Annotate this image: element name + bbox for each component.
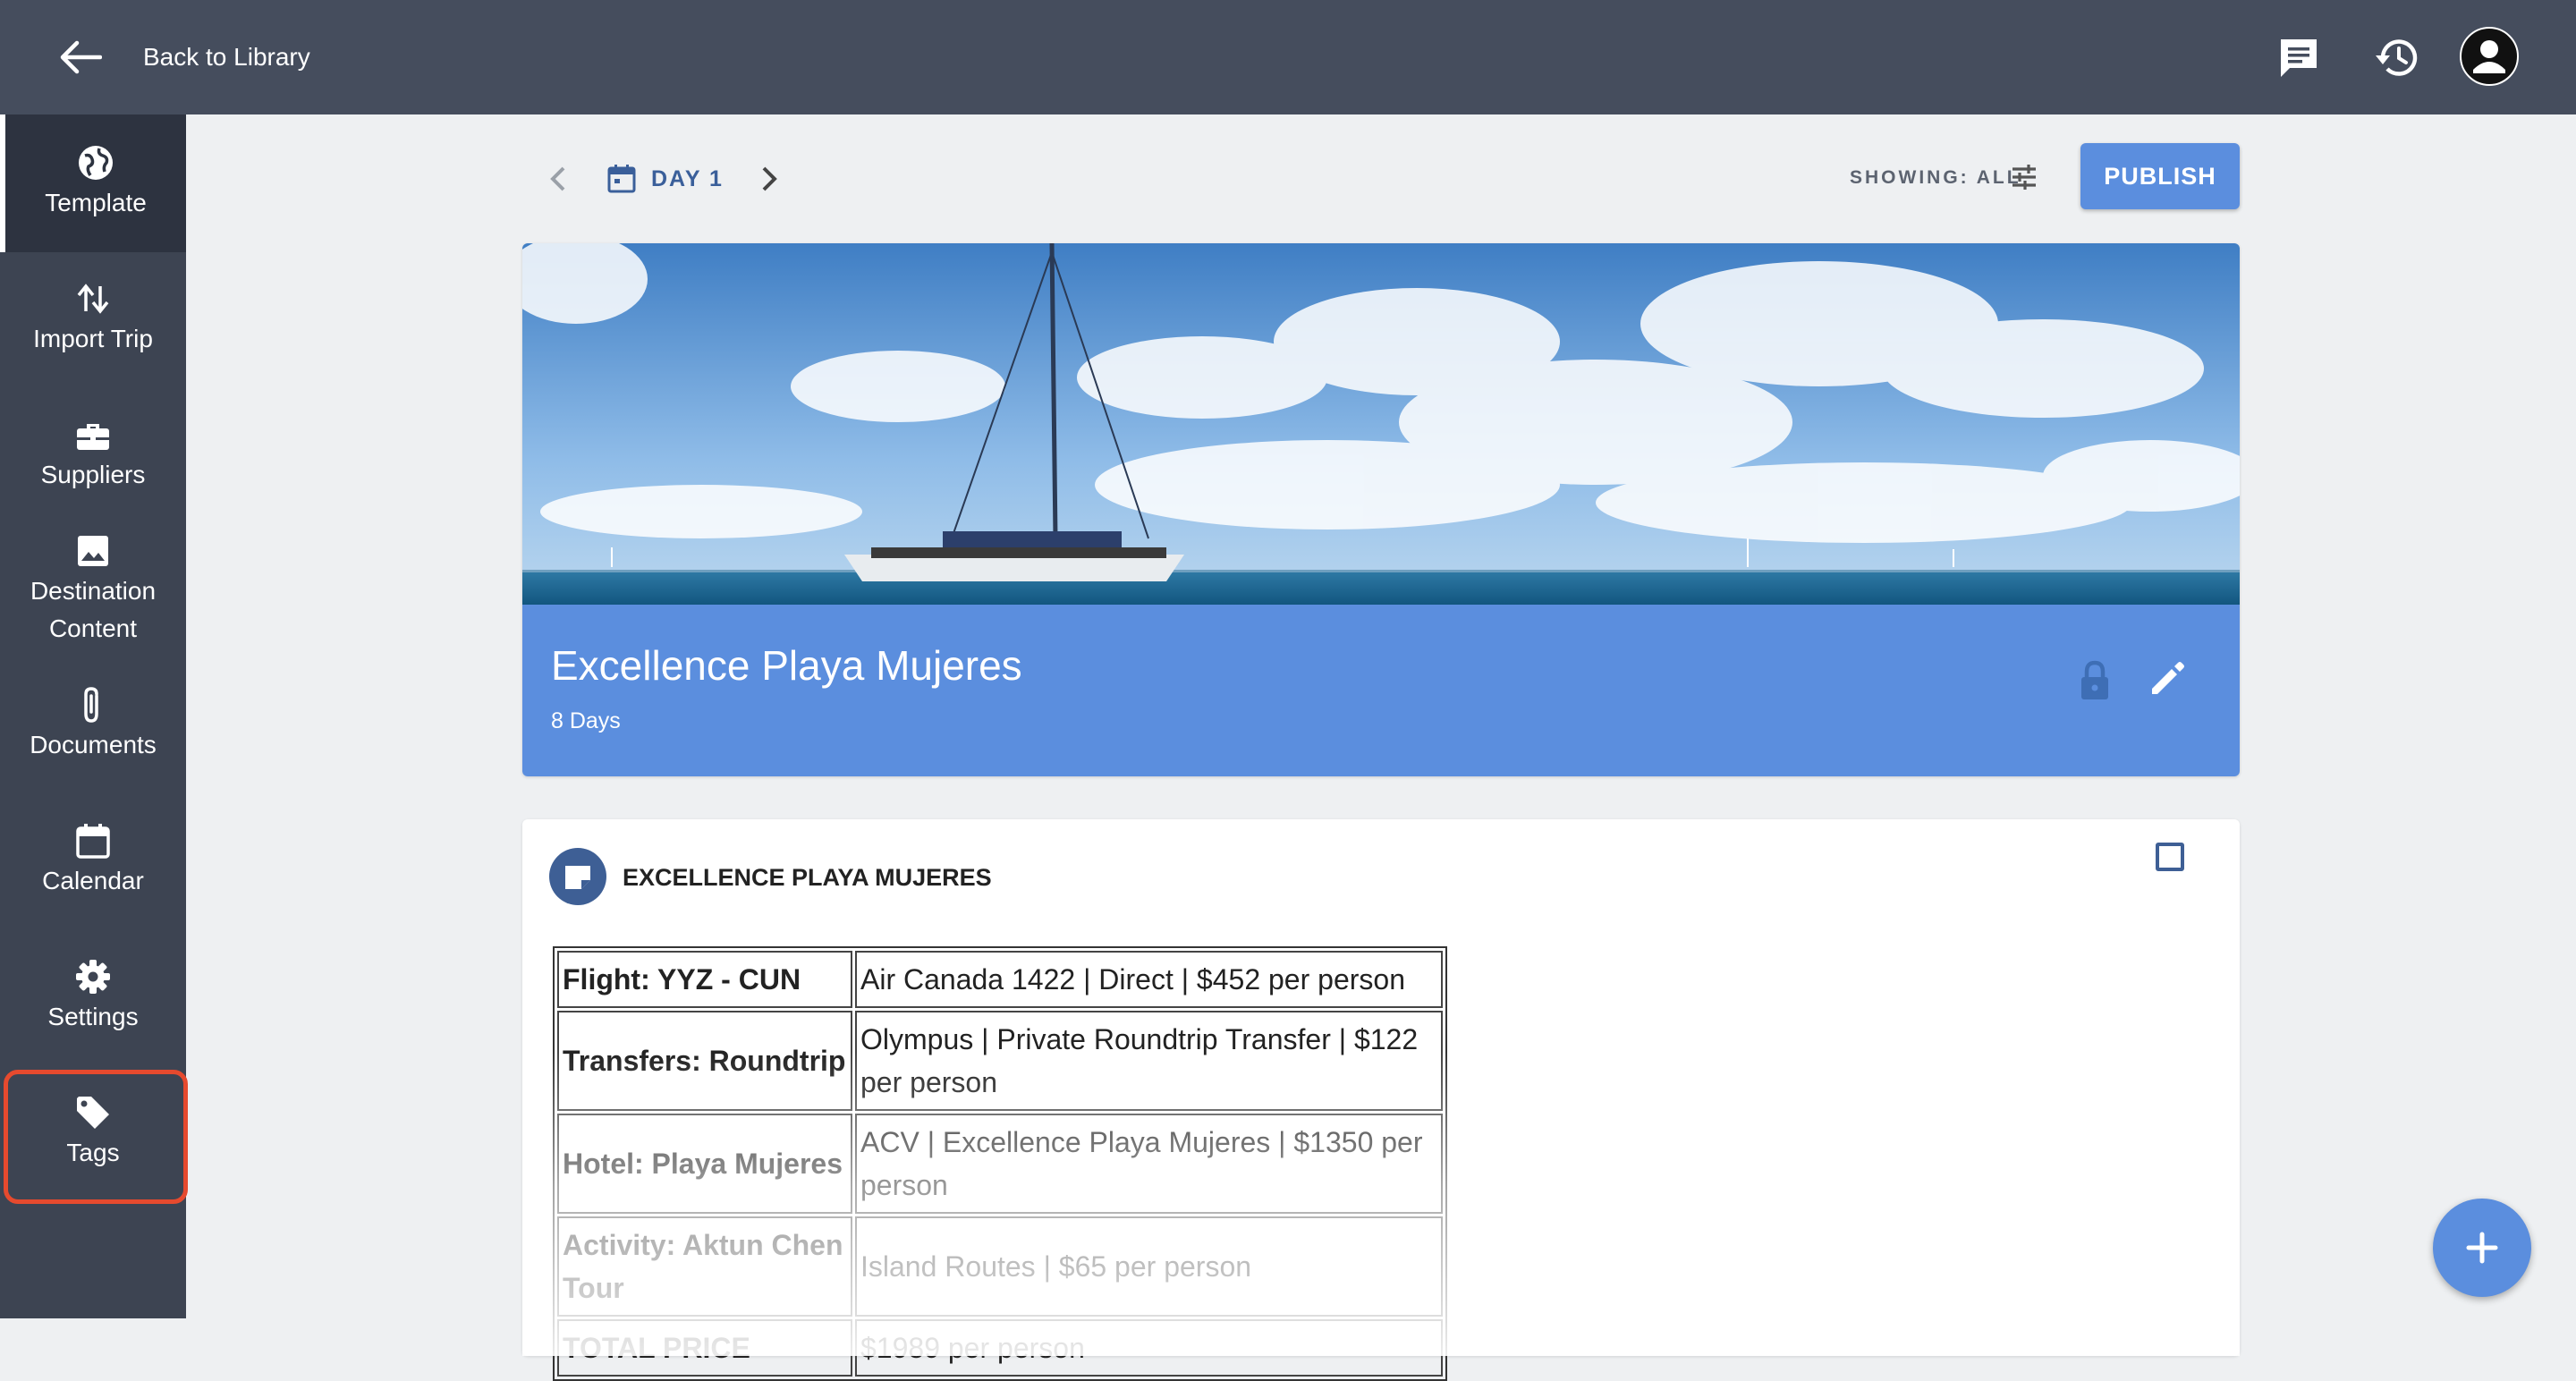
sidebar-item-suppliers[interactable]: Suppliers xyxy=(0,415,186,494)
paperclip-icon xyxy=(84,687,98,723)
note-icon xyxy=(549,848,606,905)
table-cell-value: Island Routes | $65 per person xyxy=(855,1216,1443,1317)
sidebar-item-calendar[interactable]: Calendar xyxy=(0,821,186,900)
lock-icon[interactable] xyxy=(2077,658,2113,703)
sidebar-item-label: Documents xyxy=(30,731,157,758)
table-cell-key: TOTAL PRICE xyxy=(557,1319,852,1377)
trip-summary-table: Flight: YYZ - CUN Air Canada 1422 | Dire… xyxy=(553,946,1447,1381)
plus-icon xyxy=(2466,1232,2498,1264)
import-arrows-icon xyxy=(77,284,109,314)
back-arrow-icon[interactable] xyxy=(55,36,102,79)
sidebar-item-destination-content[interactable]: Destination Content xyxy=(0,531,186,648)
sidebar-item-label: Settings xyxy=(47,1003,139,1030)
image-icon xyxy=(78,536,108,566)
trip-duration: 8 Days xyxy=(551,708,621,733)
sidebar-item-label: Calendar xyxy=(42,867,144,894)
table-cell-key: Activity: Aktun Chen Tour xyxy=(557,1216,852,1317)
add-fab-button[interactable] xyxy=(2433,1199,2531,1297)
edit-pencil-icon[interactable] xyxy=(2147,658,2188,699)
previous-day-chevron-icon[interactable] xyxy=(542,161,574,197)
sidebar-item-label: Suppliers xyxy=(40,461,146,488)
day-selector-label[interactable]: DAY 1 xyxy=(651,163,724,195)
sidebar-item-documents[interactable]: Documents xyxy=(0,685,186,764)
table-cell-value: Air Canada 1422 | Direct | $452 per pers… xyxy=(855,951,1443,1008)
gear-icon xyxy=(76,960,110,994)
table-cell-key: Flight: YYZ - CUN xyxy=(557,951,852,1008)
itinerary-item-card: EXCELLENCE PLAYA MUJERES Flight: YYZ - C… xyxy=(522,819,2240,1381)
table-cell-key: Transfers: Roundtrip xyxy=(557,1011,852,1111)
hero-title-band: Excellence Playa Mujeres 8 Days xyxy=(522,605,2240,776)
back-to-library-link[interactable]: Back to Library xyxy=(143,39,310,75)
showing-filter-label: SHOWING: ALL xyxy=(1850,167,2021,188)
hero-card: Excellence Playa Mujeres 8 Days xyxy=(522,243,2240,776)
sidebar-item-label: Import Trip xyxy=(33,325,153,352)
table-cell-key: Hotel: Playa Mujeres xyxy=(557,1114,852,1214)
sidebar-item-label: Template xyxy=(45,189,147,216)
hero-catamaran-image xyxy=(522,243,2240,605)
select-checkbox[interactable] xyxy=(2156,843,2184,871)
sidebar-item-import-trip[interactable]: Import Trip xyxy=(0,279,186,358)
trip-title: Excellence Playa Mujeres xyxy=(551,642,1022,689)
calendar-icon xyxy=(607,165,636,193)
table-row: Activity: Aktun Chen Tour Island Routes … xyxy=(557,1216,1443,1317)
history-icon[interactable] xyxy=(2372,32,2422,82)
table-cell-value: Olympus | Private Roundtrip Transfer | $… xyxy=(855,1011,1443,1111)
sidebar-item-settings[interactable]: Settings xyxy=(0,957,186,1036)
table-row: Flight: YYZ - CUN Air Canada 1422 | Dire… xyxy=(557,951,1443,1008)
tag-icon xyxy=(77,1097,109,1129)
briefcase-icon xyxy=(77,424,109,450)
sidebar-item-label: Tags xyxy=(66,1139,120,1166)
user-avatar[interactable] xyxy=(2460,27,2519,86)
globe-icon xyxy=(79,146,113,180)
table-row: Hotel: Playa Mujeres ACV | Excellence Pl… xyxy=(557,1114,1443,1214)
table-row: TOTAL PRICE $1989 per person xyxy=(557,1319,1443,1377)
top-bar: Back to Library xyxy=(0,0,2576,114)
sidebar-item-template[interactable]: Template xyxy=(0,114,186,252)
person-icon xyxy=(2473,40,2505,73)
sidebar: Template Import Trip Suppliers Destinati… xyxy=(0,114,186,1318)
next-day-chevron-icon[interactable] xyxy=(753,161,785,197)
sidebar-item-label: Destination Content xyxy=(30,577,157,642)
table-cell-value: $1989 per person xyxy=(855,1319,1443,1377)
publish-button[interactable]: PUBLISH xyxy=(2080,143,2240,209)
chat-icon[interactable] xyxy=(2274,32,2324,82)
tune-filter-icon[interactable] xyxy=(2009,161,2039,193)
table-row: Transfers: Roundtrip Olympus | Private R… xyxy=(557,1011,1443,1111)
calendar-icon xyxy=(76,824,110,859)
table-cell-value: ACV | Excellence Playa Mujeres | $1350 p… xyxy=(855,1114,1443,1214)
card-title: EXCELLENCE PLAYA MUJERES xyxy=(623,864,992,891)
sidebar-item-tags[interactable]: Tags xyxy=(0,1093,186,1172)
